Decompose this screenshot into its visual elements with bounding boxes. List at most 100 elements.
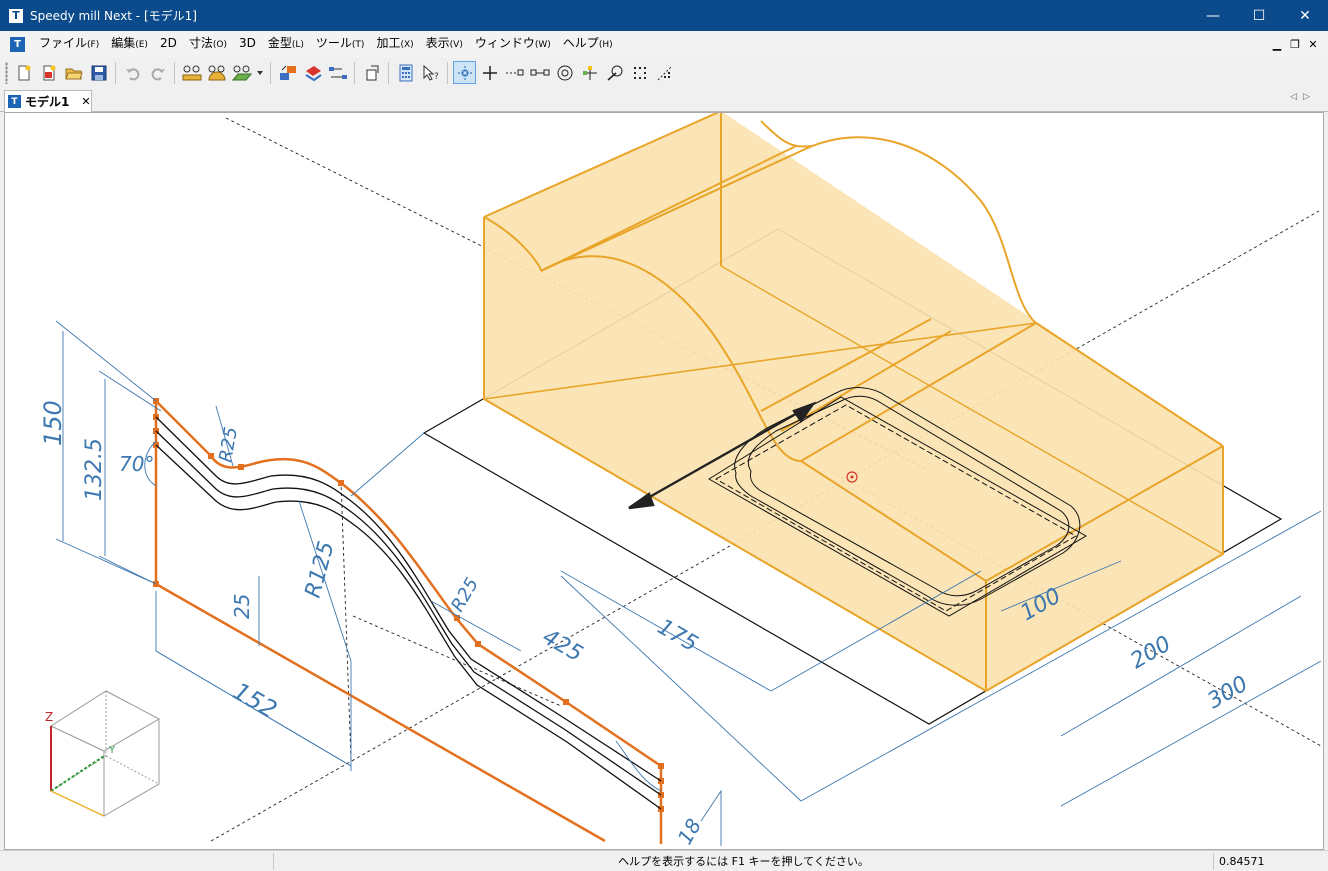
snap-tangent-icon [607, 65, 622, 81]
select-button[interactable]: ? [419, 61, 442, 84]
menu-tools-accel: (T) [351, 40, 365, 50]
menu-edit-label: 編集 [111, 36, 136, 50]
window-controls: — ☐ ✕ [1190, 0, 1328, 31]
layer-link-icon [328, 66, 347, 79]
new-file-icon [18, 65, 30, 80]
menu-mold[interactable]: 金型(L) [262, 30, 310, 58]
snap-path-button[interactable] [653, 61, 676, 84]
dim-132-5: 132.5 [82, 438, 107, 501]
measure-dropdown-button[interactable] [255, 61, 265, 84]
dim-425: 425 [538, 625, 587, 668]
snap-node-icon [582, 65, 597, 80]
save-button[interactable] [87, 61, 110, 84]
snap-grid-icon [633, 66, 646, 79]
snap-endpoint-icon [505, 69, 523, 75]
app-icon[interactable]: T [9, 8, 23, 23]
dim-r25-top: R25 [215, 425, 242, 464]
menu-dimension-accel: (O) [212, 40, 227, 50]
menu-tools[interactable]: ツール(T) [310, 30, 371, 58]
menu-help-label: ヘルプ [562, 36, 599, 50]
menu-machining-label: 加工 [376, 36, 401, 50]
dim-200: 200 [1127, 632, 1176, 675]
menu-window-label: ウィンドウ [474, 36, 535, 50]
new-file-button[interactable] [12, 61, 35, 84]
export-button[interactable] [360, 61, 383, 84]
tab-scroll-arrows[interactable]: ◁▷ [1290, 92, 1316, 102]
select-cursor-icon: ? [423, 64, 439, 82]
mdi-controls: ▁ ❐ ✕ [1268, 31, 1322, 57]
snap-endpoint-button[interactable] [503, 61, 526, 84]
maximize-button[interactable]: ☐ [1236, 0, 1282, 31]
svg-text:?: ? [434, 72, 439, 82]
mdi-restore-button[interactable]: ❐ [1286, 38, 1304, 51]
menu-machining[interactable]: 加工(X) [370, 30, 419, 58]
snap-tangent-button[interactable] [603, 61, 626, 84]
menu-help[interactable]: ヘルプ(H) [557, 30, 619, 58]
menu-3d[interactable]: 3D [233, 30, 262, 58]
layer-swap-icon [279, 65, 296, 80]
model-canvas[interactable]: 150 132.5 70° R25 R125 25 152 R25 425 17… [5, 113, 1324, 850]
toolbar-separator [174, 61, 175, 84]
menu-dimension[interactable]: 寸法(O) [183, 30, 233, 58]
calculator-icon [399, 64, 412, 81]
measure-ruler-button[interactable] [180, 61, 203, 84]
layer-swap-button[interactable] [276, 61, 299, 84]
open-folder-icon [64, 68, 83, 79]
solid-body[interactable] [483, 113, 1224, 693]
export-icon [366, 65, 378, 80]
snap-path-icon [657, 65, 672, 80]
menu-window[interactable]: ウィンドウ(W) [469, 30, 557, 58]
mdi-minimize-button[interactable]: ▁ [1268, 38, 1286, 51]
new-model-button[interactable] [37, 61, 60, 84]
menu-mold-accel: (L) [291, 40, 304, 50]
3d-viewport[interactable]: 150 132.5 70° R25 R125 25 152 R25 425 17… [4, 112, 1324, 850]
menu-edit-accel: (E) [135, 40, 148, 50]
layer-link-button[interactable] [326, 61, 349, 84]
layer-color-button[interactable] [301, 61, 324, 84]
measure-angle-button[interactable] [205, 61, 228, 84]
menu-help-accel: (H) [598, 40, 613, 50]
menu-window-accel: (W) [534, 40, 551, 50]
section-profile[interactable] [153, 398, 664, 844]
menu-file[interactable]: ファイル(F) [33, 30, 105, 58]
minimize-button[interactable]: — [1190, 0, 1236, 31]
toolbar-grip[interactable] [5, 61, 8, 84]
menu-3d-label: 3D [238, 36, 256, 50]
menu-bar: T ファイル(F) 編集(E) 2D 寸法(O) 3D 金型(L) ツール(T)… [0, 31, 1328, 57]
snap-cross-button[interactable] [478, 61, 501, 84]
tab-model1[interactable]: T モデル1 ✕ [4, 90, 92, 112]
menu-2d[interactable]: 2D [154, 30, 183, 58]
snap-center-button[interactable] [453, 61, 476, 84]
axis-z-label: Z [45, 710, 53, 724]
snap-midpoint-button[interactable] [528, 61, 551, 84]
dim-18: 18 [673, 814, 707, 848]
mdi-close-button[interactable]: ✕ [1304, 38, 1322, 51]
menu-view[interactable]: 表示(V) [420, 30, 469, 58]
snap-node-button[interactable] [578, 61, 601, 84]
document-menu-icon[interactable]: T [10, 36, 25, 52]
measure-plane-button[interactable] [230, 61, 253, 84]
open-button[interactable] [62, 61, 85, 84]
menu-view-label: 表示 [425, 36, 450, 50]
toolbar-separator [354, 61, 355, 84]
window-title: Speedy mill Next - [モデル1] [30, 9, 197, 23]
status-help-text: ヘルプを表示するには F1 キーを押してください。 [273, 853, 1213, 870]
snap-grid-button[interactable] [628, 61, 651, 84]
close-button[interactable]: ✕ [1282, 0, 1328, 31]
toolbar-separator [447, 61, 448, 84]
view-cube[interactable] [49, 690, 161, 817]
model-icon: T [8, 95, 21, 108]
menu-tools-label: ツール [315, 36, 352, 50]
tab-close-button[interactable]: ✕ [81, 95, 90, 108]
undo-button[interactable] [121, 61, 144, 84]
redo-button[interactable] [146, 61, 169, 84]
calculator-button[interactable] [394, 61, 417, 84]
dim-r125: R125 [301, 539, 340, 601]
snap-circle-button[interactable] [553, 61, 576, 84]
dim-r25-bottom: R25 [447, 574, 483, 615]
dim-150: 150 [39, 400, 67, 446]
new-model-icon [43, 65, 55, 80]
status-bar: ヘルプを表示するには F1 キーを押してください。 0.84571 [0, 850, 1328, 871]
menu-dimension-label: 寸法 [188, 36, 213, 50]
menu-edit[interactable]: 編集(E) [105, 30, 154, 58]
